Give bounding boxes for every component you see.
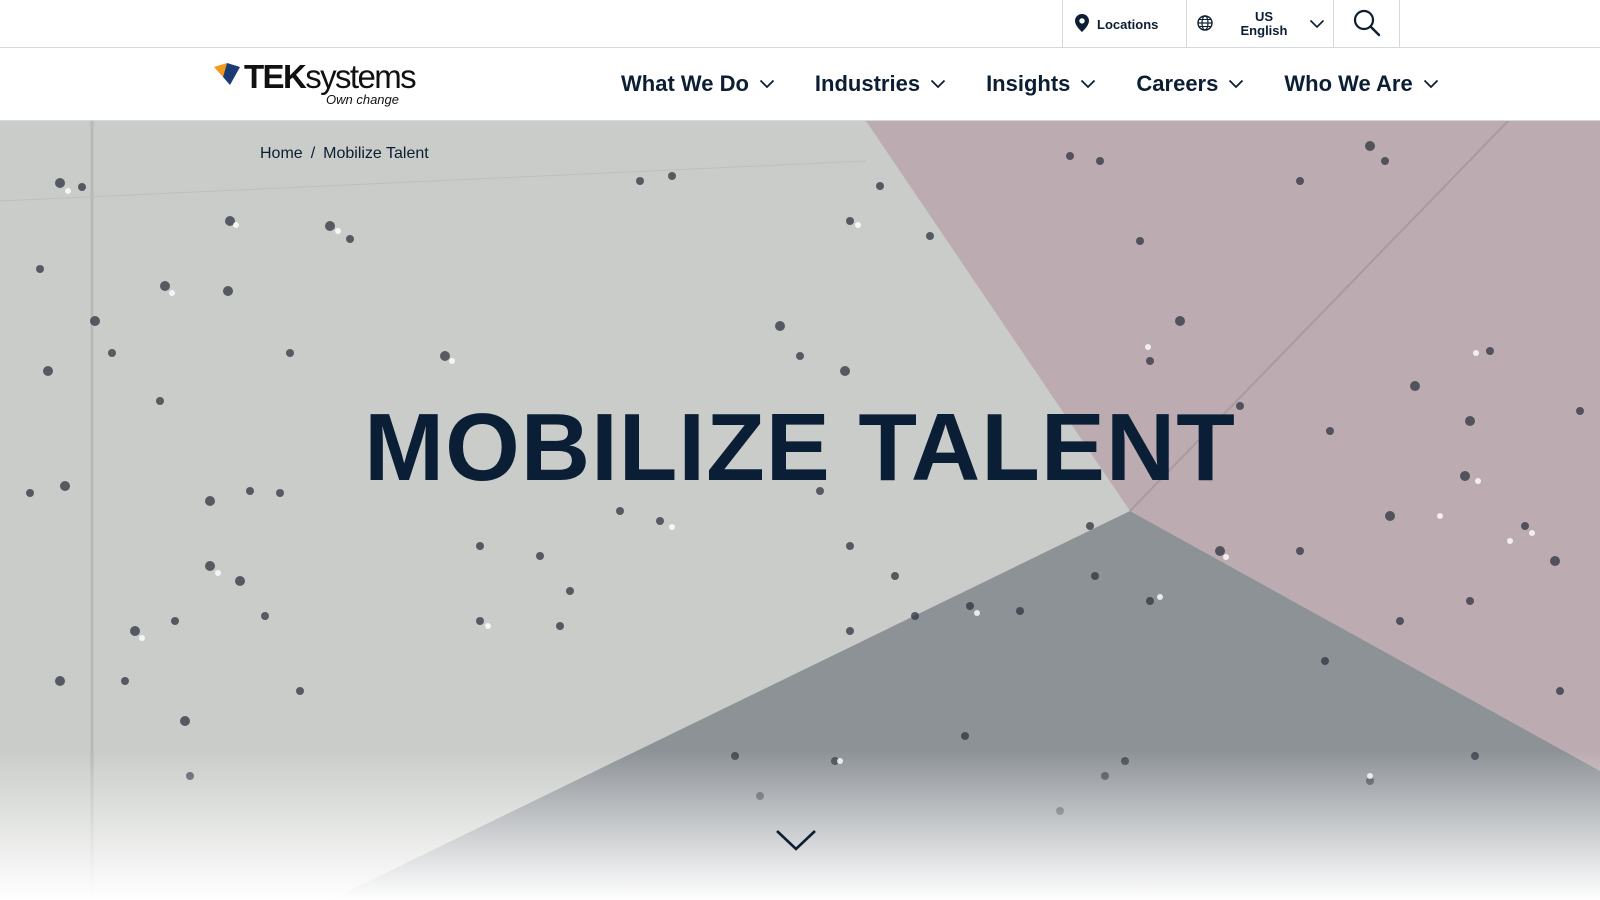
chevron-down-icon <box>1081 79 1096 89</box>
nav-item-who-we-are[interactable]: Who We Are <box>1284 71 1438 97</box>
globe-icon <box>1197 14 1213 34</box>
primary-nav: What We Do Industries Insights Careers W… <box>621 48 1439 120</box>
logo-tagline: Own change <box>326 92 399 107</box>
logo-brand-light: systems <box>305 58 416 95</box>
map-pin-icon <box>1075 13 1089 35</box>
nav-item-label: Who We Are <box>1284 71 1413 96</box>
nav-item-industries[interactable]: Industries <box>815 71 946 97</box>
logo-brand-bold: TEK <box>244 58 307 95</box>
breadcrumb: Home / Mobilize Talent <box>260 145 429 163</box>
chevron-down-icon <box>759 79 775 89</box>
page-title: MOBILIZE TALENT <box>364 394 1236 501</box>
language-label: US English <box>1227 10 1301 38</box>
hero-bottom-fade <box>0 750 1600 900</box>
main-header: TEKsystems Own change What We Do Industr… <box>0 48 1600 121</box>
search-icon <box>1353 9 1381 40</box>
locations-label: Locations <box>1097 16 1159 32</box>
search-button[interactable] <box>1334 0 1400 48</box>
chevron-down-icon <box>1309 17 1325 32</box>
breadcrumb-current: Mobilize Talent <box>323 145 429 162</box>
breadcrumb-home-link[interactable]: Home <box>260 145 303 163</box>
locations-link[interactable]: Locations <box>1063 0 1187 48</box>
chevron-down-icon <box>776 830 816 851</box>
nav-item-what-we-do[interactable]: What We Do <box>621 71 775 97</box>
chevron-down-icon <box>1229 79 1244 89</box>
nav-item-label: Industries <box>814 71 921 96</box>
utility-links: Locations US English <box>1062 0 1400 48</box>
language-region: US <box>1254 9 1274 24</box>
hero-banner: Home / Mobilize Talent MOBILIZE TALENT <box>0 121 1600 900</box>
nav-item-label: What We Do <box>621 71 749 96</box>
nav-item-label: Insights <box>986 71 1071 96</box>
utility-bar: Locations US English <box>0 0 1600 48</box>
logo-wordmark: TEKsystems <box>244 57 417 97</box>
tek-systems-logo[interactable]: TEKsystems Own change <box>214 57 417 109</box>
chevron-down-icon <box>930 79 946 89</box>
language-name: English <box>1240 23 1288 38</box>
nav-item-insights[interactable]: Insights <box>986 71 1096 97</box>
language-selector[interactable]: US English <box>1187 0 1334 48</box>
chevron-down-icon <box>1423 79 1438 89</box>
logo-mark-icon <box>214 63 240 85</box>
nav-item-careers[interactable]: Careers <box>1136 71 1244 97</box>
scroll-down-button[interactable] <box>774 827 818 855</box>
nav-item-label: Careers <box>1136 71 1219 96</box>
breadcrumb-separator: / <box>310 145 316 162</box>
